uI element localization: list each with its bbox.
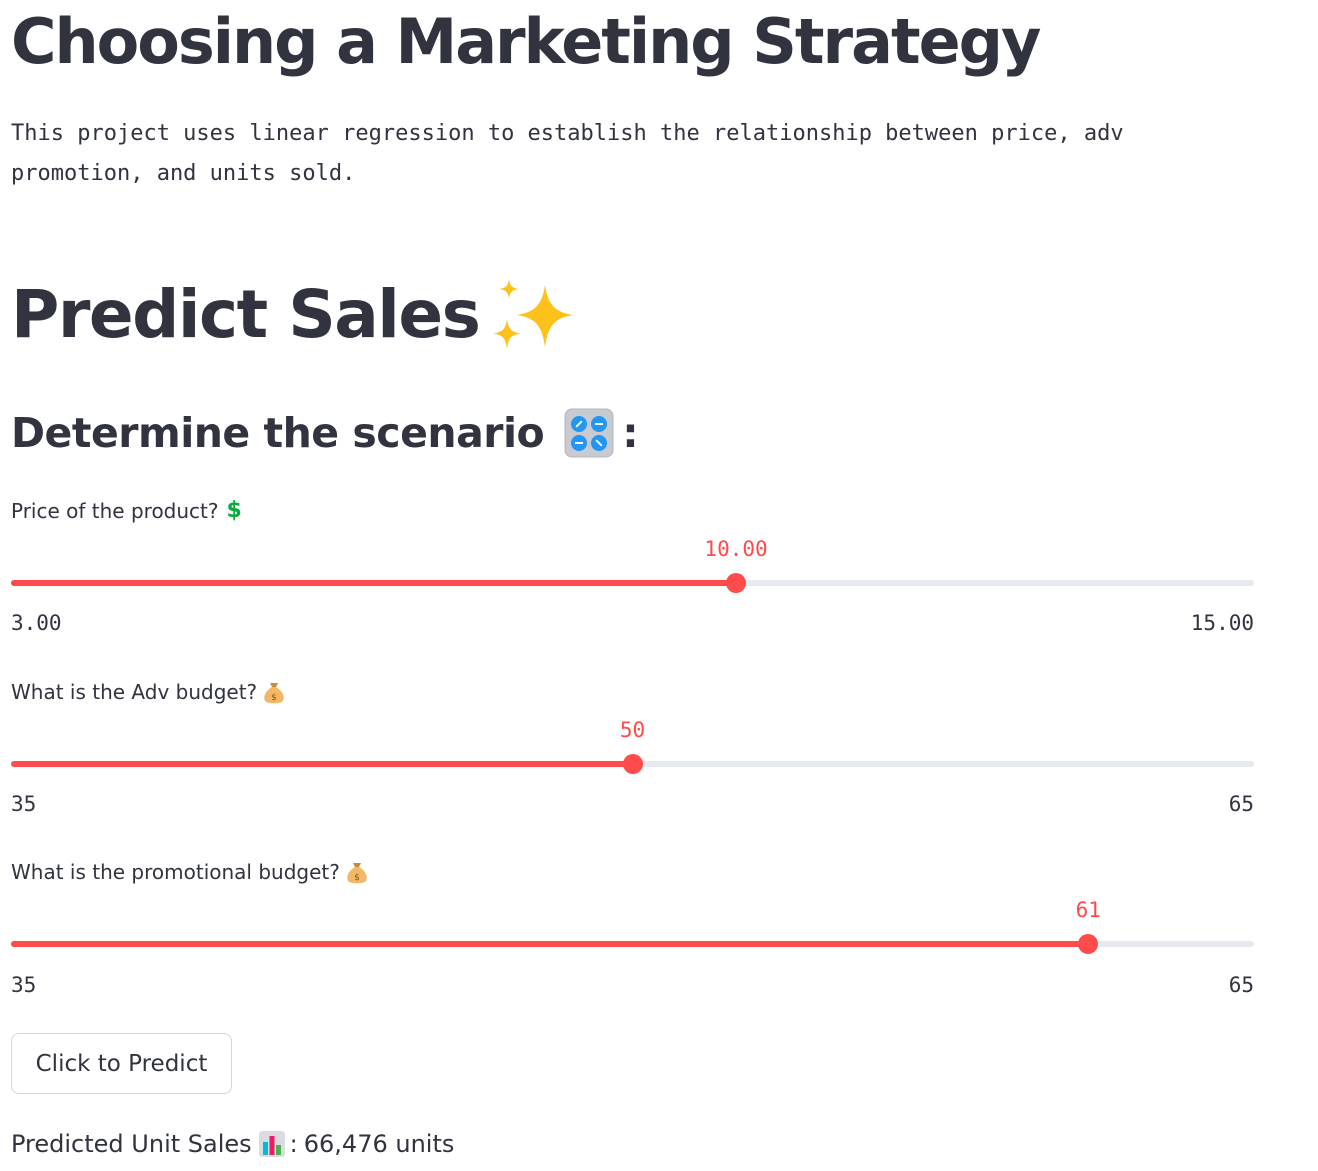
promo-budget-slider-fill <box>11 941 1089 947</box>
adv-budget-slider-value: 50 <box>619 718 646 742</box>
money-bag-icon: $ <box>264 683 284 704</box>
predict-button[interactable]: Click to Predict <box>11 1033 232 1094</box>
intro-line-2: promotion, and units sold. <box>11 161 356 186</box>
result-separator: : <box>289 1130 298 1158</box>
adv-budget-slider-min: 35 <box>11 792 37 816</box>
promo-budget-slider-max: 65 <box>1228 973 1254 997</box>
dollar-icon: $ <box>226 498 242 523</box>
app-page: Choosing a Marketing Strategy This proje… <box>0 0 1318 1171</box>
price-slider-label: Price of the product? $ <box>11 496 242 526</box>
adv-budget-slider-max: 65 <box>1228 792 1254 816</box>
prediction-result: Predicted Unit Sales : 66,476 units <box>11 1126 454 1162</box>
adv-budget-slider-thumb[interactable] <box>622 754 643 774</box>
result-label: Predicted Unit Sales <box>11 1130 252 1158</box>
promo-budget-slider-label: What is the promotional budget? $ <box>11 857 369 887</box>
predict-sales-title: Predict Sales <box>11 276 481 353</box>
price-slider-value: 10.00 <box>704 537 768 561</box>
intro-text: This project uses linear regression to e… <box>11 114 1261 194</box>
svg-text:$: $ <box>271 693 277 703</box>
result-value: 66,476 units <box>303 1130 455 1158</box>
price-slider-max: 15.00 <box>1190 611 1254 635</box>
adv-budget-label-text: What is the Adv budget? <box>11 680 258 704</box>
promo-budget-label-text: What is the promotional budget? <box>11 860 340 884</box>
predict-sales-heading: Predict Sales <box>11 270 575 360</box>
promo-budget-slider[interactable]: 61 <box>11 898 1254 954</box>
promo-budget-slider-value: 61 <box>1075 898 1101 922</box>
intro-line-1: This project uses linear regression to e… <box>11 121 1124 146</box>
page-title: Choosing a Marketing Strategy <box>11 5 1041 78</box>
price-label-text: Price of the product? <box>11 499 219 523</box>
price-slider-min: 3.00 <box>11 611 62 635</box>
money-bag-icon: $ <box>347 863 367 884</box>
scenario-title: Determine the scenario <box>11 409 545 457</box>
adv-budget-slider-label: What is the Adv budget? $ <box>11 677 286 707</box>
bar-chart-icon <box>258 1131 285 1157</box>
scenario-heading: Determine the scenario : <box>11 400 639 466</box>
svg-text:$: $ <box>354 873 360 883</box>
price-slider-thumb[interactable] <box>726 573 747 593</box>
promo-budget-slider-min: 35 <box>11 973 37 997</box>
adv-budget-slider-fill <box>11 761 633 767</box>
sparkles-icon <box>493 279 574 349</box>
price-slider[interactable]: 10.00 <box>11 537 1254 593</box>
scenario-colon: : <box>622 409 639 457</box>
control-knobs-icon <box>564 408 614 458</box>
price-slider-fill <box>11 580 737 586</box>
promo-budget-slider-thumb[interactable] <box>1078 934 1099 954</box>
adv-budget-slider[interactable]: 50 <box>11 718 1254 774</box>
